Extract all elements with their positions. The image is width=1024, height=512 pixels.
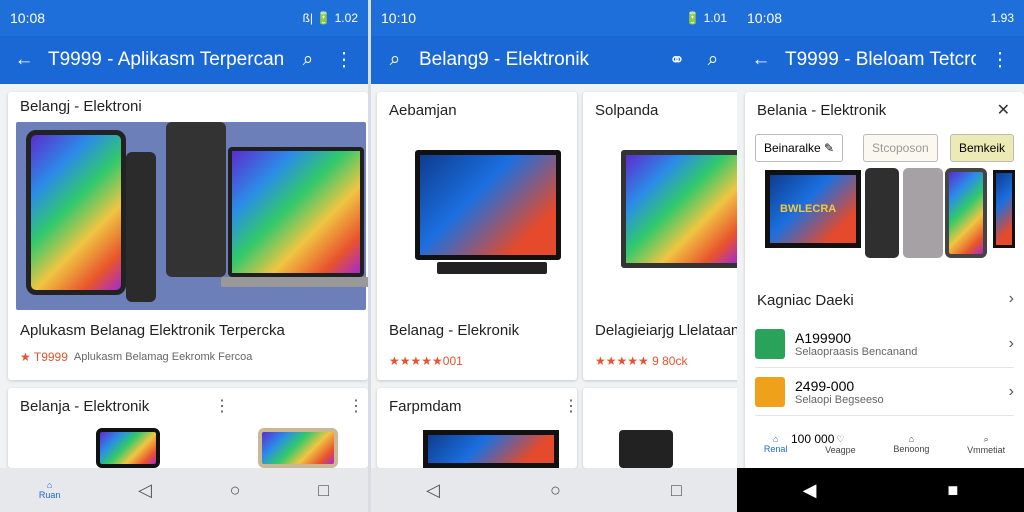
status-time: 10:08 — [747, 10, 783, 26]
status-time: 10:08 — [10, 10, 46, 26]
item-thumbnail — [755, 376, 785, 407]
system-nav-bar: ◁ ○ □ — [371, 468, 737, 512]
search-icon[interactable]: ⌕ — [296, 48, 320, 72]
nav-recents-icon[interactable]: ■ — [948, 480, 959, 501]
chevron-right-icon: › — [1008, 334, 1014, 352]
product-card[interactable]: Belanja - Elektronik ⋮ ⋮ — [8, 388, 368, 468]
status-icons: 1.93 — [990, 11, 1014, 25]
system-nav-bar: ⌂ Ruan ◁ ○ □ — [0, 468, 368, 512]
app-title: Belang9 - Elektronik — [419, 49, 590, 70]
nav-home-tab[interactable]: ⌂ Ruan — [39, 480, 61, 500]
product-image — [423, 430, 559, 468]
system-nav-bar: ◀ ■ — [737, 468, 1024, 512]
product-rating: ★★★★★ 9 80ck — [595, 354, 688, 368]
card-caption: Farpmdam — [389, 398, 462, 415]
nav-home-icon[interactable]: ○ — [550, 480, 561, 501]
more-vert-icon[interactable]: ⋮ — [988, 48, 1012, 72]
product-image — [619, 430, 673, 468]
tab-home[interactable]: ⌂ Renal — [764, 434, 788, 454]
status-bar: 10:08 1.93 — [737, 0, 1024, 36]
card-caption: Solpanda — [595, 102, 659, 119]
app-bar: ⌕ Belang9 - Elektronik ⚭ ⌕ — [371, 36, 737, 84]
bell-icon: ⌂ — [908, 434, 915, 444]
filter-chip[interactable]: Bemkeik — [950, 134, 1015, 162]
banner-image: BWLECRA — [755, 168, 1015, 268]
product-image — [621, 150, 737, 268]
product-rating: ★ T9999 — [20, 350, 68, 364]
phone-panel-1: 10:08 ß| 🔋 1.02 ← T9999 - Aplikasm Terpe… — [0, 0, 368, 512]
compare-icon[interactable]: ⚭ — [665, 48, 689, 72]
detail-sheet: Belania - Elektronik ✕ Beinaralke ✎ Stco… — [745, 92, 1024, 470]
product-image — [96, 428, 160, 468]
chevron-right-icon[interactable]: › — [1009, 290, 1014, 308]
filter-chip[interactable]: Stcoposon — [863, 134, 938, 162]
more-vert-icon[interactable]: ⋮ — [348, 396, 364, 416]
tab-search[interactable]: ⌕ Vmmetiat — [967, 434, 1005, 455]
item-price: A199900 — [795, 329, 852, 346]
bottom-price: 100 000 — [791, 432, 835, 446]
tab-notifications[interactable]: ⌂ Benoong — [893, 434, 929, 454]
app-title: T9999 - Bleloam Tetcronk — [785, 49, 976, 70]
item-desc: Selaopi Begseeso — [795, 393, 884, 406]
product-card[interactable]: Solpanda Delagieiarjg Llelataan ★★★★★ 9 … — [583, 92, 737, 380]
card-caption: Aebamjan — [389, 102, 457, 119]
item-price: 2499-000 — [795, 377, 855, 394]
more-vert-icon[interactable]: ⋮ — [563, 396, 577, 416]
app-bar: ← T9999 - Bleloam Tetcronk ⋮ — [737, 36, 1024, 84]
nav-back-icon[interactable]: ◀ — [803, 480, 817, 501]
back-arrow-icon[interactable]: ← — [12, 48, 36, 72]
product-rating: ★★★★★001 — [389, 354, 463, 368]
list-item[interactable]: A199900 Selaopraasis Bencanand › — [755, 320, 1014, 368]
card-caption: Belangj - Elektroni — [20, 98, 142, 115]
status-bar: 10:10 🔋 1.01 — [371, 0, 737, 36]
app-title: T9999 - Aplikasm Terpercank — [48, 49, 284, 70]
product-card[interactable]: Farpmdam ⋮ — [377, 388, 577, 468]
sheet-title: Belania - Elektronik — [757, 102, 887, 119]
nav-recents-icon[interactable]: □ — [318, 480, 329, 501]
nav-recents-icon[interactable]: □ — [671, 480, 682, 501]
product-card[interactable] — [583, 388, 737, 468]
nav-home-icon[interactable]: ○ — [230, 480, 241, 501]
edit-icon: ✎ — [824, 141, 835, 155]
phone-panel-3: 10:08 1.93 ← T9999 - Bleloam Tetcronk ⋮ … — [737, 0, 1024, 512]
nav-back-icon[interactable]: ◁ — [426, 480, 440, 501]
banner-text: BWLECRA — [780, 203, 837, 215]
status-time: 10:10 — [381, 10, 417, 26]
product-subtitle: Aplukasm Belamag Eekromk Fercoa — [73, 351, 253, 363]
more-vert-icon[interactable]: ⋮ — [332, 48, 356, 72]
product-image — [16, 122, 368, 310]
product-title: Delagieiarjg Llelataan — [595, 322, 737, 339]
status-icons: 🔋 1.01 — [685, 11, 727, 25]
heart-icon: ♡ — [836, 433, 845, 444]
product-title: Aplukasm Belanag Elektronik Terpercka — [20, 322, 285, 339]
home-icon: ⌂ — [772, 434, 779, 444]
back-arrow-icon[interactable]: ← — [749, 48, 773, 72]
list-item[interactable]: 2499-000 Selaopi Begseeso › — [755, 368, 1014, 416]
card-caption: Belanja - Elektronik — [20, 398, 150, 415]
close-icon[interactable]: ✕ — [997, 100, 1010, 120]
chevron-right-icon: › — [1008, 382, 1014, 400]
status-icons: ß| 🔋 1.02 — [302, 11, 358, 25]
filter-chip[interactable]: Beinaralke ✎ — [755, 134, 844, 162]
item-desc: Selaopraasis Bencanand — [795, 345, 918, 358]
product-image — [415, 150, 561, 260]
home-icon: ⌂ — [46, 480, 53, 490]
search-icon[interactable]: ⌕ — [383, 48, 407, 72]
item-thumbnail — [755, 328, 785, 359]
status-bar: 10:08 ß| 🔋 1.02 — [0, 0, 368, 36]
product-image — [258, 428, 338, 468]
phone-panel-2: 10:10 🔋 1.01 ⌕ Belang9 - Elektronik ⚭ ⌕ … — [371, 0, 737, 512]
search-icon[interactable]: ⌕ — [701, 48, 725, 72]
section-title: Kagniac Daeki — [757, 292, 854, 309]
product-card[interactable]: Aebamjan Belanag - Elekronik ★★★★★001 — [377, 92, 577, 380]
search-icon: ⌕ — [983, 433, 989, 444]
product-title: Belanag - Elekronik — [389, 322, 520, 339]
bottom-tab-bar: ⌂ Renal ♡ Veagpe ⌂ Benoong ⌕ Vmmetiat — [745, 424, 1024, 464]
product-card[interactable]: Belangj - Elektroni Aplukasm Belanag Ele… — [8, 92, 368, 380]
more-vert-icon[interactable]: ⋮ — [214, 396, 230, 416]
nav-back-icon[interactable]: ◁ — [138, 480, 152, 501]
app-bar: ← T9999 - Aplikasm Terpercank ⌕ ⋮ — [0, 36, 368, 84]
